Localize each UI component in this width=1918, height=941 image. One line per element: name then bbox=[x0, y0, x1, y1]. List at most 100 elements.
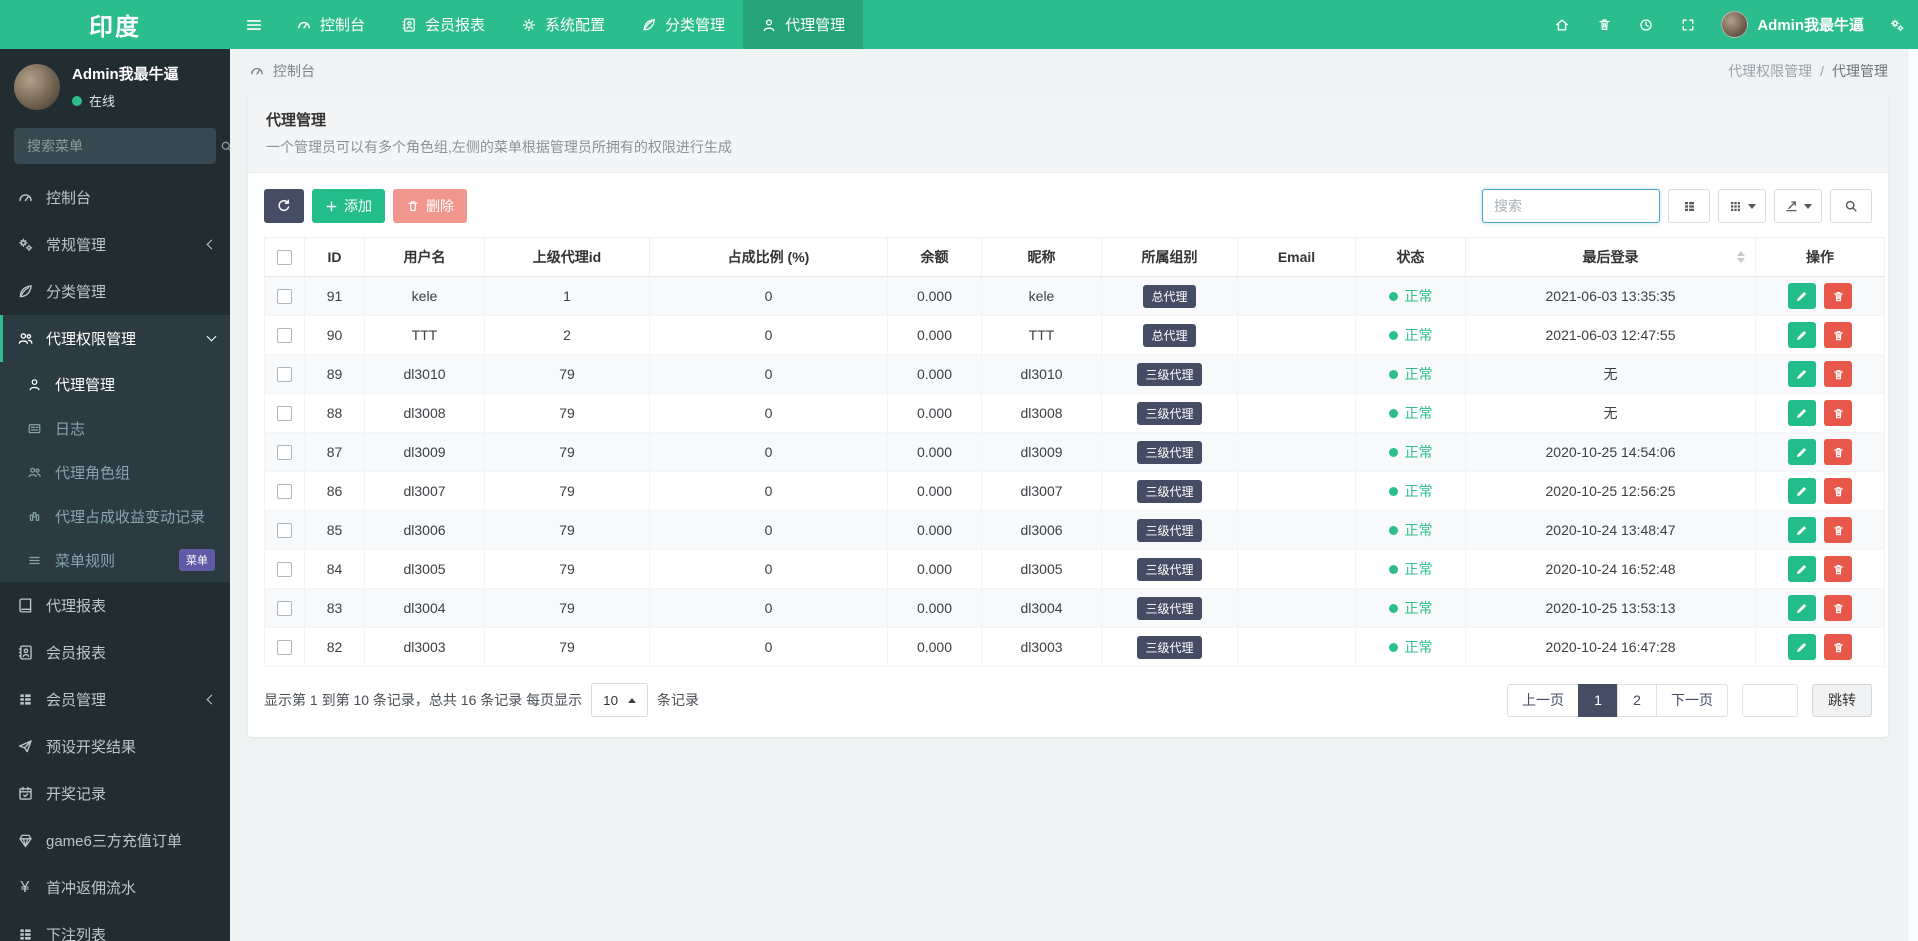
add-button[interactable]: 添加 bbox=[312, 189, 385, 223]
trash-icon bbox=[1832, 485, 1845, 498]
row-select-cell[interactable] bbox=[264, 315, 305, 355]
cell-email bbox=[1237, 471, 1356, 511]
jump-page-input[interactable] bbox=[1742, 683, 1798, 717]
row-select-cell[interactable] bbox=[264, 588, 305, 628]
edit-button[interactable] bbox=[1787, 595, 1816, 621]
sidebar-item-agent-manage[interactable]: 代理管理 bbox=[0, 362, 230, 406]
delete-row-button[interactable] bbox=[1824, 439, 1853, 465]
col-last-login[interactable]: 最后登录 bbox=[1465, 237, 1756, 277]
sidebar-item-bet-list[interactable]: 下注列表 bbox=[0, 911, 230, 941]
edit-button[interactable] bbox=[1787, 634, 1816, 660]
row-select-cell[interactable] bbox=[264, 471, 305, 511]
clear-cache-button[interactable] bbox=[1583, 0, 1625, 49]
edit-button[interactable] bbox=[1787, 322, 1816, 348]
row-checkbox[interactable] bbox=[277, 601, 292, 617]
fullscreen-button[interactable] bbox=[1667, 0, 1709, 49]
row-select-cell[interactable] bbox=[264, 354, 305, 394]
sidebar-item-first-recharge-rebate[interactable]: ¥ 首冲返佣流水 bbox=[0, 864, 230, 911]
clear-session-button[interactable] bbox=[1625, 0, 1667, 49]
sidebar-item-preset-result[interactable]: 预设开奖结果 bbox=[0, 723, 230, 770]
sidebar-item-member-manage[interactable]: 会员管理 bbox=[0, 676, 230, 723]
row-checkbox[interactable] bbox=[277, 367, 292, 383]
sidebar-item-category[interactable]: 分类管理 bbox=[0, 268, 230, 315]
refresh-button[interactable] bbox=[264, 189, 304, 223]
sidebar-item-dashboard[interactable]: 控制台 bbox=[0, 174, 230, 221]
edit-button[interactable] bbox=[1787, 439, 1816, 465]
tab-category[interactable]: 分类管理 bbox=[623, 0, 743, 49]
sidebar-item-log[interactable]: 日志 bbox=[0, 406, 230, 450]
row-select-cell[interactable] bbox=[264, 510, 305, 550]
home-button[interactable] bbox=[1541, 0, 1583, 49]
row-select-cell[interactable] bbox=[264, 276, 305, 316]
sidebar-item-label: 代理占成收益变动记录 bbox=[55, 508, 206, 526]
sidebar-toggle-button[interactable] bbox=[230, 0, 278, 49]
next-page-button[interactable]: 下一页 bbox=[1656, 683, 1728, 717]
edit-button[interactable] bbox=[1787, 361, 1816, 387]
pencil-icon bbox=[1795, 641, 1808, 654]
delete-row-button[interactable] bbox=[1824, 361, 1853, 387]
cell-group: 三级代理 bbox=[1101, 588, 1238, 628]
delete-row-button[interactable] bbox=[1824, 478, 1853, 504]
row-checkbox[interactable] bbox=[277, 328, 292, 344]
export-button[interactable] bbox=[1774, 189, 1822, 223]
page-size-select[interactable]: 10 bbox=[591, 683, 648, 717]
status-dot bbox=[1388, 408, 1398, 418]
sidebar-item-menu-rules[interactable]: 菜单规则 菜单 bbox=[0, 538, 230, 582]
sidebar-item-label: 日志 bbox=[55, 420, 86, 438]
row-checkbox[interactable] bbox=[277, 640, 292, 656]
advanced-search-button[interactable] bbox=[1830, 189, 1872, 223]
edit-button[interactable] bbox=[1787, 517, 1816, 543]
breadcrumb-parent[interactable]: 代理权限管理 bbox=[1728, 61, 1812, 81]
delete-row-button[interactable] bbox=[1824, 283, 1853, 309]
page-2-button[interactable]: 2 bbox=[1617, 683, 1657, 717]
delete-row-button[interactable] bbox=[1824, 400, 1853, 426]
edit-button[interactable] bbox=[1787, 283, 1816, 309]
sidebar-item-agent-roles[interactable]: 代理角色组 bbox=[0, 450, 230, 494]
delete-row-button[interactable] bbox=[1824, 595, 1853, 621]
user-menu[interactable]: Admin我最牛逼 bbox=[1709, 11, 1876, 38]
delete-row-button[interactable] bbox=[1824, 322, 1853, 348]
cell-id: 88 bbox=[304, 393, 365, 433]
tab-dashboard[interactable]: 控制台 bbox=[278, 0, 383, 49]
edit-button[interactable] bbox=[1787, 478, 1816, 504]
select-all-header[interactable] bbox=[264, 237, 305, 277]
select-all-checkbox[interactable] bbox=[277, 250, 292, 266]
edit-button[interactable] bbox=[1787, 556, 1816, 582]
edit-button[interactable] bbox=[1787, 400, 1816, 426]
row-select-cell[interactable] bbox=[264, 432, 305, 472]
tab-system-config[interactable]: 系统配置 bbox=[503, 0, 623, 49]
delete-row-button[interactable] bbox=[1824, 634, 1853, 660]
sidebar-item-agent-auth[interactable]: 代理权限管理 bbox=[0, 315, 230, 362]
row-select-cell[interactable] bbox=[264, 393, 305, 433]
sidebar-search-input[interactable] bbox=[16, 138, 219, 154]
page-1-button[interactable]: 1 bbox=[1578, 683, 1618, 717]
tab-member-report[interactable]: 会员报表 bbox=[383, 0, 503, 49]
delete-row-button[interactable] bbox=[1824, 517, 1853, 543]
delete-button[interactable]: 删除 bbox=[393, 189, 467, 223]
row-checkbox[interactable] bbox=[277, 484, 292, 500]
settings-button[interactable] bbox=[1876, 0, 1918, 49]
row-select-cell[interactable] bbox=[264, 549, 305, 589]
delete-row-button[interactable] bbox=[1824, 556, 1853, 582]
row-select-cell[interactable] bbox=[264, 627, 305, 667]
sidebar-item-game6-orders[interactable]: game6三方充值订单 bbox=[0, 817, 230, 864]
table-search-input[interactable] bbox=[1482, 189, 1660, 223]
row-checkbox[interactable] bbox=[277, 562, 292, 578]
sidebar-item-agent-report[interactable]: 代理报表 bbox=[0, 582, 230, 629]
tab-agent-manage[interactable]: 代理管理 bbox=[743, 0, 864, 49]
row-checkbox[interactable] bbox=[277, 445, 292, 461]
row-checkbox[interactable] bbox=[277, 289, 292, 305]
sidebar-item-general[interactable]: 常规管理 bbox=[0, 221, 230, 268]
toggle-view-button[interactable] bbox=[1668, 189, 1710, 223]
sidebar-item-agent-income-log[interactable]: 代理占成收益变动记录 bbox=[0, 494, 230, 538]
row-checkbox[interactable] bbox=[277, 406, 292, 422]
scrollbar[interactable] bbox=[1907, 49, 1918, 941]
sidebar-item-member-report[interactable]: 会员报表 bbox=[0, 629, 230, 676]
breadcrumb-home[interactable]: 控制台 bbox=[273, 61, 315, 81]
jump-button[interactable]: 跳转 bbox=[1812, 683, 1872, 717]
sidebar-item-draw-records[interactable]: 开奖记录 bbox=[0, 770, 230, 817]
cell-parent-id: 79 bbox=[484, 354, 650, 394]
row-checkbox[interactable] bbox=[277, 523, 292, 539]
columns-button[interactable] bbox=[1718, 189, 1766, 223]
prev-page-button[interactable]: 上一页 bbox=[1507, 683, 1579, 717]
